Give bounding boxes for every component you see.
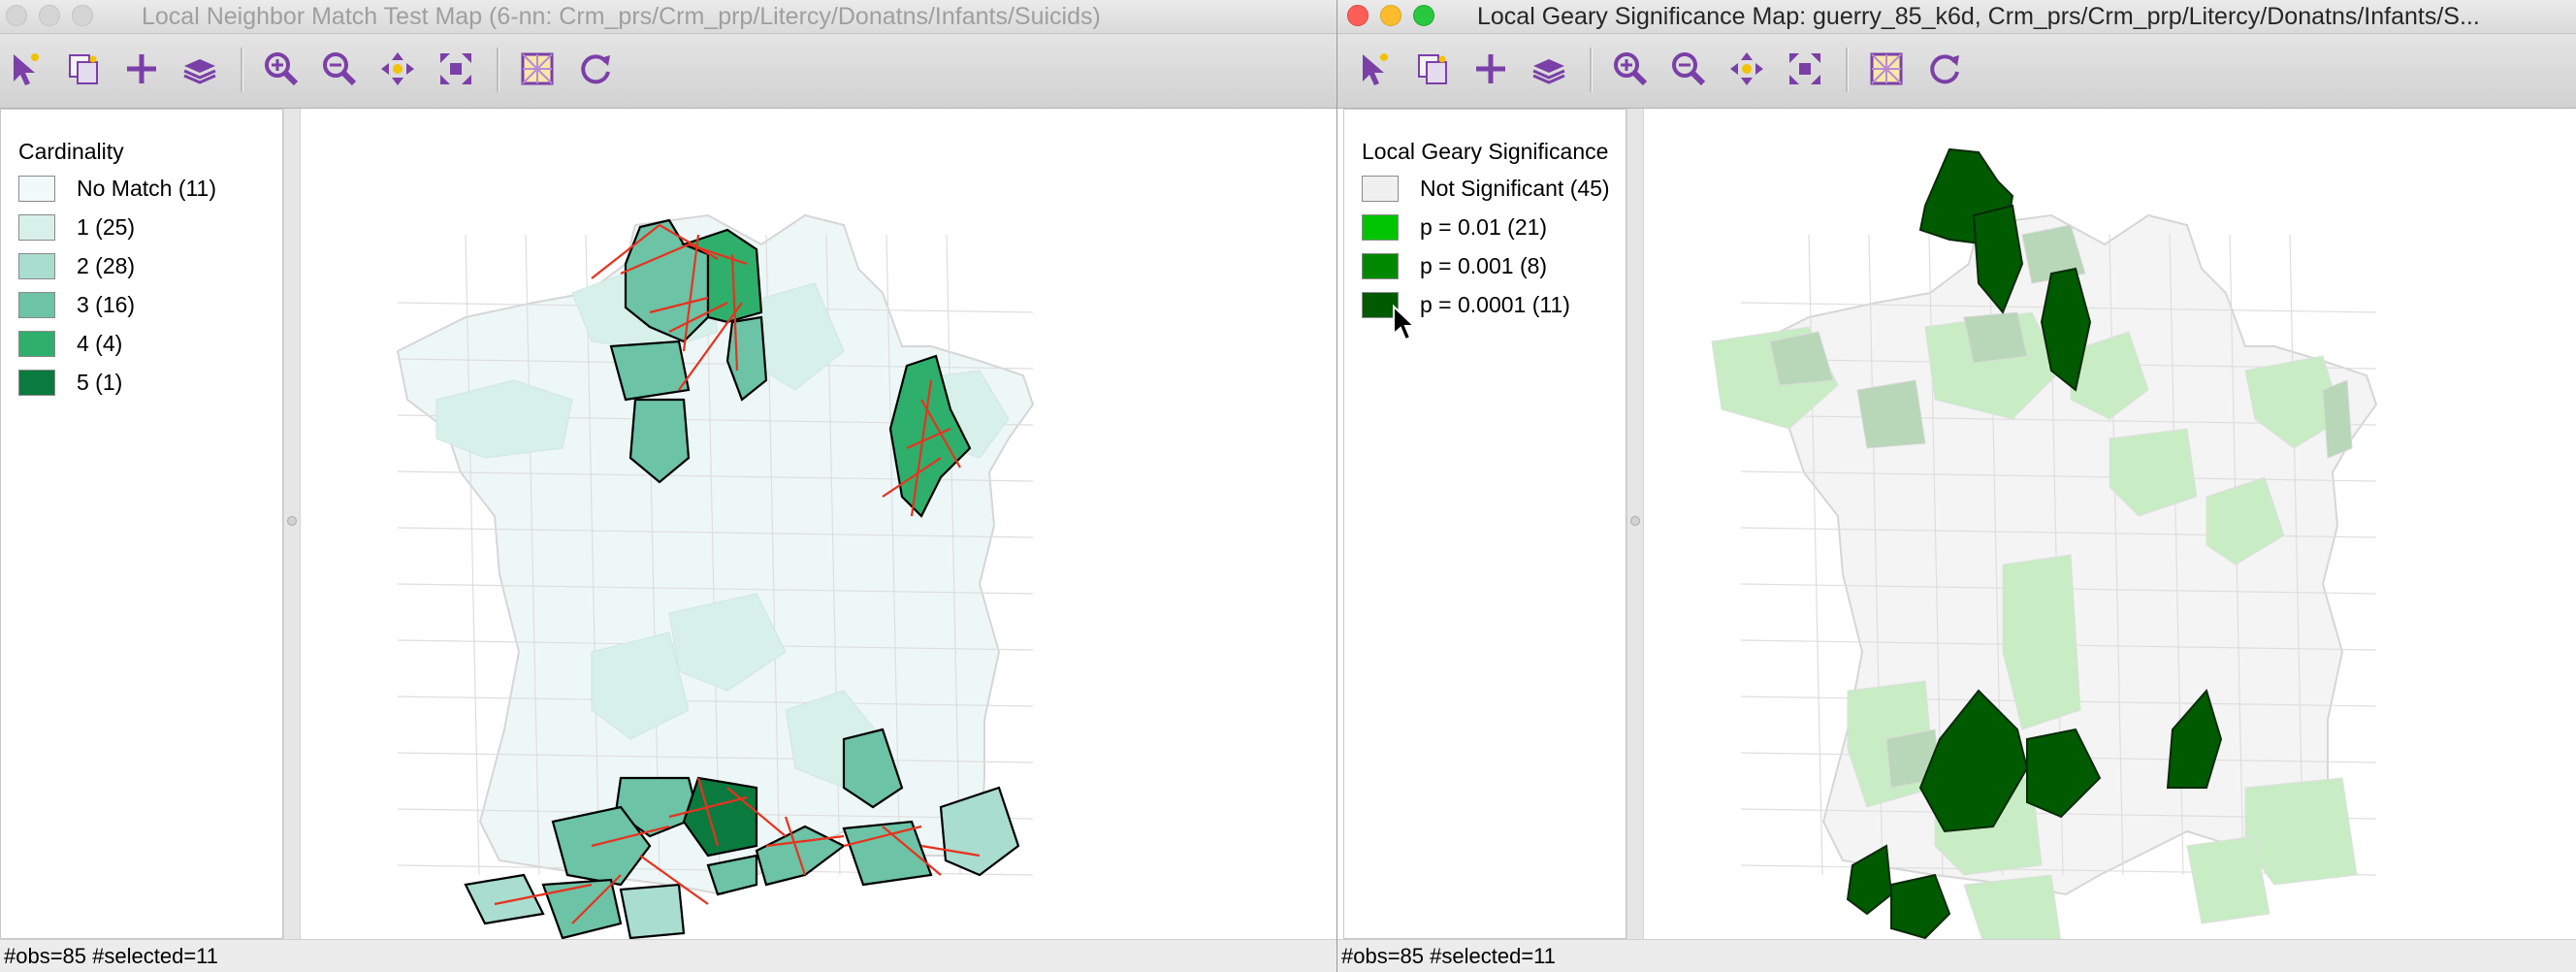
pan-icon xyxy=(1730,52,1763,85)
window-title: Local Neighbor Match Test Map (6-nn: Crm… xyxy=(142,3,1101,30)
zoom-out-icon xyxy=(323,52,357,86)
refresh-button[interactable] xyxy=(574,48,617,90)
copy-image-button[interactable] xyxy=(1411,48,1454,90)
legend-label: 5 (1) xyxy=(77,369,123,395)
splitter-handle[interactable] xyxy=(287,516,297,526)
zoom-in-button[interactable] xyxy=(260,48,303,90)
full-extent-icon xyxy=(1789,53,1820,84)
pointer-icon xyxy=(1363,53,1388,85)
basemap-icon xyxy=(1870,52,1903,85)
basemap-button[interactable] xyxy=(516,48,559,90)
legend-item[interactable]: 2 (28) xyxy=(18,249,135,282)
legend-swatch[interactable] xyxy=(1362,213,1399,241)
neighbor-match-map[interactable] xyxy=(301,109,1336,940)
close-window-button[interactable] xyxy=(1347,5,1368,26)
zoom-out-icon xyxy=(1672,52,1706,86)
window-title: Local Geary Significance Map: guerry_85_… xyxy=(1477,3,2480,30)
pointer-icon xyxy=(14,53,39,85)
legend-swatch[interactable] xyxy=(18,330,55,357)
zoom-in-icon xyxy=(265,52,299,86)
legend-item[interactable]: Not Significant (45) xyxy=(1362,172,1610,205)
status-bar: #obs=85 #selected=11 xyxy=(1337,939,2576,972)
window-titlebar[interactable]: Local Geary Significance Map: guerry_85_… xyxy=(1337,0,2576,34)
legend-title: Local Geary Significance xyxy=(1362,139,1609,164)
legend-item[interactable]: 3 (16) xyxy=(18,288,135,321)
neighbor-match-map-window: Local Neighbor Match Test Map (6-nn: Crm… xyxy=(0,0,1336,972)
local-geary-map-svg[interactable] xyxy=(1644,109,2576,944)
refresh-icon xyxy=(581,54,610,84)
splitter-handle[interactable] xyxy=(1630,516,1640,526)
full-extent-icon xyxy=(440,53,471,84)
legend-swatch[interactable] xyxy=(18,213,55,241)
copy-image-icon xyxy=(69,54,98,84)
legend-swatch[interactable] xyxy=(18,369,55,396)
pan-button[interactable] xyxy=(376,48,419,90)
refresh-button[interactable] xyxy=(1923,48,1966,90)
legend-label: 3 (16) xyxy=(77,291,136,317)
legend-label: p = 0.0001 (11) xyxy=(1420,291,1570,317)
legend-item[interactable]: No Match (11) xyxy=(18,172,216,205)
layers-button[interactable] xyxy=(178,48,221,90)
zoom-out-button[interactable] xyxy=(1667,48,1710,90)
legend-swatch[interactable] xyxy=(18,252,55,279)
fit-extent-button[interactable] xyxy=(435,48,477,90)
legend-item[interactable]: p = 0.01 (21) xyxy=(1362,211,1547,243)
legend-map-splitter[interactable] xyxy=(283,109,301,939)
maximize-window-button[interactable] xyxy=(72,5,93,26)
legend-label: p = 0.01 (21) xyxy=(1420,213,1548,240)
copy-image-button[interactable] xyxy=(62,48,105,90)
layers-icon xyxy=(1532,59,1565,84)
select-tool-button[interactable] xyxy=(1353,48,1396,90)
legend-label: Not Significant (45) xyxy=(1420,175,1610,201)
plus-icon xyxy=(127,54,156,83)
zoom-in-button[interactable] xyxy=(1609,48,1652,90)
legend-label: No Match (11) xyxy=(77,175,217,201)
fit-extent-button[interactable] xyxy=(1784,48,1826,90)
layers-icon xyxy=(183,59,216,84)
neighbor-match-map-svg[interactable] xyxy=(301,109,1336,940)
legend-label: p = 0.001 (8) xyxy=(1420,252,1548,278)
pan-icon xyxy=(381,52,414,85)
legend-label: 4 (4) xyxy=(77,330,123,356)
local-geary-legend: Local Geary Significance Not Significant… xyxy=(1343,109,1626,939)
window-titlebar[interactable]: Local Neighbor Match Test Map (6-nn: Crm… xyxy=(0,0,1336,34)
legend-item[interactable]: 1 (25) xyxy=(18,211,135,243)
cardinality-legend: Cardinality No Match (11) 1 (25) 2 (28) 3 (… xyxy=(0,109,283,939)
layers-button[interactable] xyxy=(1528,48,1570,90)
local-geary-map[interactable] xyxy=(1644,109,2576,944)
zoom-out-button[interactable] xyxy=(318,48,361,90)
select-tool-button[interactable] xyxy=(4,48,47,90)
legend-item[interactable]: 5 (1) xyxy=(18,366,122,399)
status-bar: #obs=85 #selected=11 xyxy=(0,939,1336,972)
legend-swatch[interactable] xyxy=(1362,175,1399,202)
legend-swatch[interactable] xyxy=(18,175,55,202)
minimize-window-button[interactable] xyxy=(39,5,60,26)
legend-item[interactable]: 4 (4) xyxy=(18,327,122,360)
close-window-button[interactable] xyxy=(6,5,27,26)
legend-label: 1 (25) xyxy=(77,213,136,240)
legend-label: 2 (28) xyxy=(77,252,136,278)
basemap-icon xyxy=(521,52,554,85)
refresh-icon xyxy=(1930,54,1959,84)
basemap-button[interactable] xyxy=(1865,48,1908,90)
pan-button[interactable] xyxy=(1725,48,1768,90)
legend-title: Cardinality xyxy=(18,139,124,164)
add-button[interactable] xyxy=(120,48,163,90)
plus-icon xyxy=(1476,54,1505,83)
add-button[interactable] xyxy=(1469,48,1512,90)
minimize-window-button[interactable] xyxy=(1380,5,1401,26)
map-toolbar xyxy=(1337,34,2576,109)
maximize-window-button[interactable] xyxy=(1413,5,1434,26)
copy-image-icon xyxy=(1418,54,1447,84)
map-toolbar xyxy=(0,34,1336,109)
legend-item[interactable]: p = 0.001 (8) xyxy=(1362,249,1547,282)
local-geary-map-window: Local Geary Significance Map: guerry_85_… xyxy=(1336,0,2576,972)
legend-map-splitter[interactable] xyxy=(1626,109,1644,939)
mouse-cursor-icon xyxy=(1393,305,1417,341)
zoom-in-icon xyxy=(1614,52,1648,86)
legend-swatch[interactable] xyxy=(18,291,55,318)
legend-swatch[interactable] xyxy=(1362,252,1399,279)
